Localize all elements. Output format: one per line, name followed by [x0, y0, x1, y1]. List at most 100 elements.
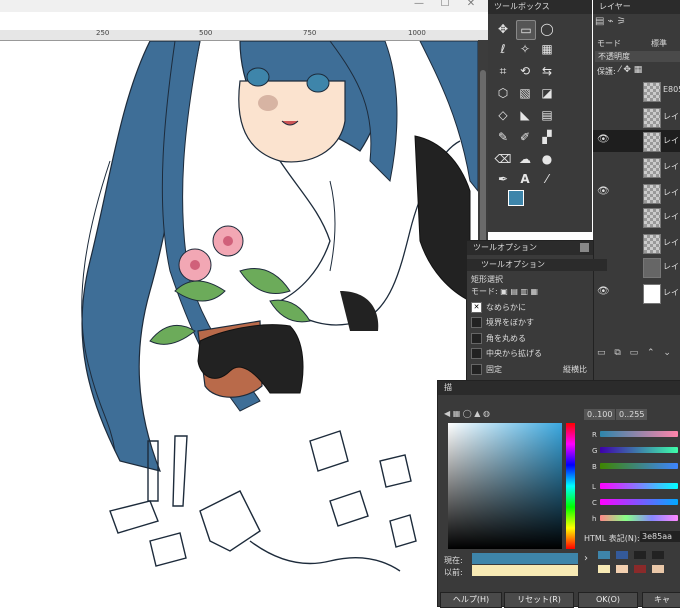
paths-tool-icon[interactable]: ✒: [494, 170, 512, 188]
layers-title: レイヤー: [593, 0, 680, 14]
range-100-button[interactable]: 0..100: [584, 409, 616, 420]
ok-button[interactable]: OK(O): [578, 592, 638, 608]
checkbox[interactable]: [471, 348, 482, 359]
dodge-icon[interactable]: ●: [538, 150, 556, 168]
option-feather[interactable]: 境界をぼかす: [471, 316, 534, 330]
layer-thumbnail: [643, 158, 661, 178]
rect-select-tool-icon[interactable]: ▭: [516, 20, 536, 40]
ellipse-select-tool-icon[interactable]: ◯: [538, 20, 556, 38]
html-notation-input[interactable]: 3e85aa: [640, 531, 680, 542]
layer-row-selected[interactable]: 👁 レイ: [593, 130, 680, 152]
hue-slider[interactable]: [600, 515, 678, 521]
layer-thumbnail: [643, 184, 661, 204]
eraser-icon[interactable]: ⌫: [494, 150, 512, 168]
canvas-titlebar: — ☐ ✕: [0, 0, 488, 12]
ruler-tick: 500: [199, 29, 213, 37]
layer-name: レイ: [663, 112, 679, 121]
selection-mode-row: モード: ▣ ▤ ▥ ▦: [471, 285, 538, 299]
color-select-tool-icon[interactable]: ▦: [538, 40, 556, 58]
foreground-color-swatch[interactable]: [508, 190, 524, 206]
layer-actions-bar[interactable]: ▭ ⧉ ▭ ⌃ ⌄ ⧉ ▭: [597, 348, 680, 358]
pencil-icon[interactable]: ✐: [516, 128, 534, 146]
toolbox-panel: ツールボックス ✥ ▭ ◯ ℓ ✧ ▦ ⌗ ⟲ ⇆ ⬡ ▧ ◪ ◇ ◣ ▤ ✎ …: [488, 0, 592, 232]
tab-tool-options[interactable]: ツールオプション: [467, 259, 607, 271]
smudge-icon[interactable]: ☁: [516, 150, 534, 168]
checkbox[interactable]: [471, 333, 482, 344]
red-slider[interactable]: [600, 431, 678, 437]
maximize-icon[interactable]: ☐: [436, 0, 454, 10]
fuzzy-select-tool-icon[interactable]: ✧: [516, 40, 534, 58]
checkbox[interactable]: [471, 317, 482, 328]
layer-row[interactable]: レイ: [593, 206, 680, 228]
paintbrush-icon[interactable]: ✎: [494, 128, 512, 146]
fixed-select[interactable]: 縦横比: [563, 363, 587, 377]
color-history-swatches[interactable]: [598, 551, 680, 577]
move-tool-icon[interactable]: ✥: [494, 20, 512, 38]
layer-name: レイ: [663, 188, 679, 197]
range-255-button[interactable]: 0..255: [616, 409, 648, 420]
opacity-field[interactable]: 不透明度: [595, 51, 680, 62]
mode-label: モード:: [471, 287, 498, 296]
green-slider[interactable]: [600, 447, 678, 453]
rotate-tool-icon[interactable]: ⟲: [516, 62, 534, 80]
text-tool-icon[interactable]: A: [516, 170, 534, 188]
layer-row[interactable]: 👁 レイ: [593, 282, 680, 304]
option-antialias[interactable]: ✕ なめらかに: [471, 301, 526, 315]
mode-select[interactable]: 標準: [651, 38, 667, 49]
color-dialog-title: 描: [438, 381, 680, 395]
lock-icons[interactable]: ⁄ ✥ ▦: [619, 65, 642, 75]
help-button[interactable]: ヘルプ(H): [440, 592, 502, 608]
color-mode-icons[interactable]: ◀ ▦ ◯ ▲ ◍: [444, 409, 490, 418]
airbrush-icon[interactable]: ▞: [538, 128, 556, 146]
layer-name: レイ: [663, 162, 679, 171]
layers-tab-icons[interactable]: ▤ ⌁ ⚞: [595, 16, 626, 27]
cancel-button[interactable]: キャ: [642, 592, 680, 608]
previous-label: 以前:: [444, 568, 463, 577]
lightness-slider[interactable]: [600, 483, 678, 489]
free-select-tool-icon[interactable]: ℓ: [494, 40, 512, 58]
gradient-tool-icon[interactable]: ▤: [538, 106, 556, 124]
layer-name: レイ: [663, 212, 679, 221]
unified-transform-icon[interactable]: ◇: [494, 106, 512, 124]
flip-tool-icon[interactable]: ⇆: [538, 62, 556, 80]
layer-row[interactable]: レイ: [593, 156, 680, 178]
blue-slider[interactable]: [600, 463, 678, 469]
html-notation-label: HTML 表記(N):: [584, 534, 640, 543]
minimize-icon[interactable]: —: [410, 0, 428, 10]
option-rounded[interactable]: 角を丸める: [471, 332, 526, 346]
option-label: 角を丸める: [486, 334, 526, 343]
close-icon[interactable]: [580, 243, 589, 252]
crop-tool-icon[interactable]: ⌗: [494, 62, 512, 80]
mode-buttons[interactable]: ▣ ▤ ▥ ▦: [500, 287, 538, 296]
color-picker-icon[interactable]: ⁄: [538, 170, 556, 188]
layer-thumbnail: [643, 234, 661, 254]
checkbox[interactable]: [471, 364, 482, 375]
channel-label: B: [592, 463, 597, 471]
perspective-tool-icon[interactable]: ⬡: [494, 84, 512, 102]
mode-label: モード: [597, 39, 621, 48]
layer-row[interactable]: E805: [593, 80, 680, 102]
chroma-slider[interactable]: [600, 499, 678, 505]
warp-tool-icon[interactable]: ◪: [538, 84, 556, 102]
eye-icon[interactable]: 👁: [597, 186, 610, 197]
bucket-fill-icon[interactable]: ◣: [516, 106, 534, 124]
hue-strip[interactable]: [566, 423, 575, 549]
layer-thumbnail: [643, 284, 661, 304]
option-label: なめらかに: [486, 303, 526, 312]
history-arrow-icon[interactable]: ›: [584, 553, 588, 564]
cage-tool-icon[interactable]: ▧: [516, 84, 534, 102]
checkbox-checked[interactable]: ✕: [471, 302, 482, 313]
reset-button[interactable]: リセット(R): [504, 592, 574, 608]
option-fixed[interactable]: 固定: [471, 363, 502, 377]
eye-icon[interactable]: 👁: [597, 134, 610, 145]
ruler-tick: 1000: [408, 29, 426, 37]
layer-row[interactable]: レイ: [593, 232, 680, 254]
layer-row[interactable]: レイ: [593, 106, 680, 128]
close-icon[interactable]: ✕: [462, 0, 480, 10]
layer-row[interactable]: 👁 レイ: [593, 182, 680, 204]
saturation-value-square[interactable]: [448, 423, 562, 549]
eye-icon[interactable]: 👁: [597, 286, 610, 297]
artwork-canvas[interactable]: [0, 41, 478, 605]
option-expand-center[interactable]: 中央から拡げる: [471, 347, 542, 361]
layer-thumbnail: [643, 82, 661, 102]
